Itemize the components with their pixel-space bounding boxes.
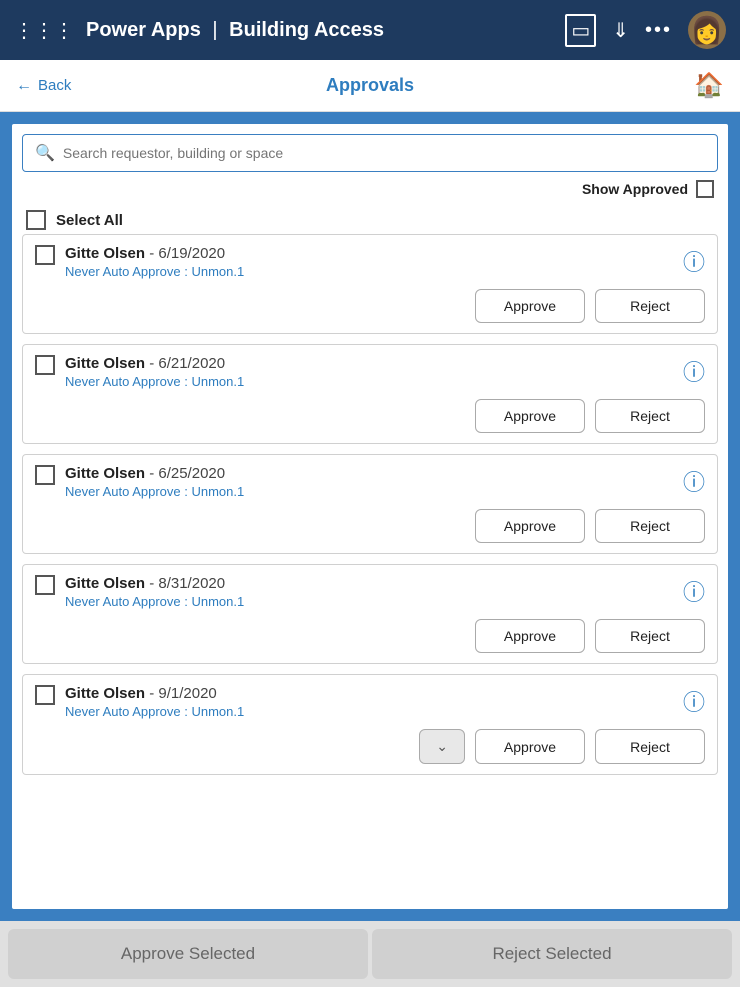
item-sub[interactable]: Never Auto Approve : Unmon.1 [65,704,244,719]
approve-button[interactable]: Approve [475,619,585,653]
item-actions: Approve Reject [35,289,705,323]
item-name-date: Gitte Olsen - 6/25/2020 [65,465,244,482]
bottom-bar: Approve Selected Reject Selected [0,921,740,987]
item-sub[interactable]: Never Auto Approve : Unmon.1 [65,374,244,389]
reject-button[interactable]: Reject [595,729,705,764]
user-avatar[interactable]: 👩 [688,11,726,49]
item-date: - 6/21/2020 [145,355,225,372]
item-sub[interactable]: Never Auto Approve : Unmon.1 [65,594,244,609]
nav-actions: ▭ ⇓ ••• 👩 [565,11,726,49]
page-title: Approvals [326,75,414,96]
item-header: Gitte Olsen - 6/21/2020 Never Auto Appro… [35,355,705,389]
item-name: Gitte Olsen [65,575,145,592]
show-approved-row: Show Approved [12,172,728,202]
expand-icon[interactable]: ▭ [565,14,596,47]
item-checkbox[interactable] [35,465,55,485]
item-sub[interactable]: Never Auto Approve : Unmon.1 [65,484,244,499]
search-bar: 🔍 [22,134,718,172]
item-header: Gitte Olsen - 9/1/2020 Never Auto Approv… [35,685,705,719]
info-icon[interactable]: ⓘ [683,465,705,497]
item-sub[interactable]: Never Auto Approve : Unmon.1 [65,264,244,279]
item-actions: Approve Reject [35,619,705,653]
show-approved-checkbox[interactable] [696,180,714,198]
list-item: Gitte Olsen - 9/1/2020 Never Auto Approv… [22,674,718,775]
list-item: Gitte Olsen - 6/19/2020 Never Auto Appro… [22,234,718,334]
main-content: 🔍 Show Approved Select All [0,112,740,921]
sub-header: ← Back Approvals 🏠 [0,60,740,112]
item-actions: Approve Reject [35,509,705,543]
info-icon[interactable]: ⓘ [683,355,705,387]
item-name-date: Gitte Olsen - 8/31/2020 [65,575,244,592]
back-label: Back [38,77,71,94]
home-icon[interactable]: 🏠 [694,71,724,100]
reject-button[interactable]: Reject [595,509,705,543]
item-left: Gitte Olsen - 6/21/2020 Never Auto Appro… [35,355,244,389]
info-icon[interactable]: ⓘ [683,245,705,277]
item-checkbox[interactable] [35,575,55,595]
item-left: Gitte Olsen - 9/1/2020 Never Auto Approv… [35,685,244,719]
item-header: Gitte Olsen - 6/19/2020 Never Auto Appro… [35,245,705,279]
item-left: Gitte Olsen - 8/31/2020 Never Auto Appro… [35,575,244,609]
reject-button[interactable]: Reject [595,619,705,653]
top-nav: ⋮⋮⋮ Power Apps | Building Access ▭ ⇓ •••… [0,0,740,60]
download-icon[interactable]: ⇓ [612,18,629,43]
item-info: Gitte Olsen - 6/25/2020 Never Auto Appro… [65,465,244,499]
reject-button[interactable]: Reject [595,399,705,433]
approve-button[interactable]: Approve [475,399,585,433]
item-name: Gitte Olsen [65,355,145,372]
more-icon[interactable]: ••• [645,19,672,42]
select-all-row: Select All [22,202,718,234]
item-actions: ⌄ Approve Reject [35,729,705,764]
item-date: - 8/31/2020 [145,575,225,592]
item-date: - 9/1/2020 [145,685,217,702]
item-checkbox[interactable] [35,245,55,265]
item-header: Gitte Olsen - 8/31/2020 Never Auto Appro… [35,575,705,609]
item-info: Gitte Olsen - 6/21/2020 Never Auto Appro… [65,355,244,389]
page-name-label: Building Access [229,19,384,41]
approve-selected-button[interactable]: Approve Selected [8,929,368,979]
list-item: Gitte Olsen - 8/31/2020 Never Auto Appro… [22,564,718,664]
grid-icon[interactable]: ⋮⋮⋮ [14,18,74,43]
info-icon[interactable]: ⓘ [683,685,705,717]
item-name-date: Gitte Olsen - 6/21/2020 [65,355,244,372]
search-input[interactable] [63,145,705,161]
item-name-date: Gitte Olsen - 9/1/2020 [65,685,244,702]
back-button[interactable]: ← Back [16,77,71,95]
item-info: Gitte Olsen - 8/31/2020 Never Auto Appro… [65,575,244,609]
app-name-label: Power Apps [86,19,201,41]
item-header: Gitte Olsen - 6/25/2020 Never Auto Appro… [35,465,705,499]
inner-panel: 🔍 Show Approved Select All [10,122,730,911]
item-checkbox[interactable] [35,685,55,705]
show-approved-label: Show Approved [582,181,688,197]
item-left: Gitte Olsen - 6/19/2020 Never Auto Appro… [35,245,244,279]
reject-selected-button[interactable]: Reject Selected [372,929,732,979]
approval-list: Select All Gitte Olsen - 6/19/2020 Never… [12,202,728,909]
item-info: Gitte Olsen - 6/19/2020 Never Auto Appro… [65,245,244,279]
app-title: Power Apps | Building Access [86,19,553,42]
dropdown-button[interactable]: ⌄ [419,729,465,764]
approve-button[interactable]: Approve [475,289,585,323]
item-name: Gitte Olsen [65,685,145,702]
approve-button[interactable]: Approve [475,509,585,543]
item-checkbox[interactable] [35,355,55,375]
approve-button[interactable]: Approve [475,729,585,764]
item-name-date: Gitte Olsen - 6/19/2020 [65,245,244,262]
item-info: Gitte Olsen - 9/1/2020 Never Auto Approv… [65,685,244,719]
item-actions: Approve Reject [35,399,705,433]
search-icon: 🔍 [35,143,55,163]
item-left: Gitte Olsen - 6/25/2020 Never Auto Appro… [35,465,244,499]
title-separator: | [207,19,223,41]
list-item: Gitte Olsen - 6/25/2020 Never Auto Appro… [22,454,718,554]
item-name: Gitte Olsen [65,245,145,262]
item-date: - 6/19/2020 [145,245,225,262]
back-arrow-icon: ← [16,77,32,95]
select-all-checkbox[interactable] [26,210,46,230]
list-item: Gitte Olsen - 6/21/2020 Never Auto Appro… [22,344,718,444]
reject-button[interactable]: Reject [595,289,705,323]
info-icon[interactable]: ⓘ [683,575,705,607]
item-name: Gitte Olsen [65,465,145,482]
select-all-label: Select All [56,212,123,229]
item-date: - 6/25/2020 [145,465,225,482]
